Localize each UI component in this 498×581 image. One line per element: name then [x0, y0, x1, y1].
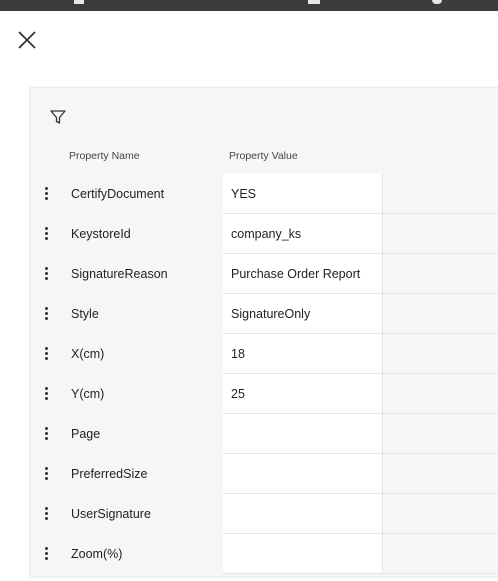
property-name-cell: Zoom(%)	[71, 547, 123, 561]
table-row: Y(cm) 25	[31, 374, 498, 414]
table-row: UserSignature	[31, 494, 498, 534]
row-drag-handle[interactable]	[31, 294, 61, 334]
row-drag-handle[interactable]	[31, 254, 61, 294]
close-icon	[18, 31, 36, 49]
row-drag-handle[interactable]	[31, 494, 61, 534]
more-vertical-icon	[45, 187, 48, 201]
empty-cell	[383, 454, 498, 494]
property-name-cell: SignatureReason	[71, 267, 168, 281]
property-value-cell[interactable]	[223, 454, 383, 494]
property-name-cell: Y(cm)	[71, 387, 105, 401]
table-row: KeystoreId company_ks	[31, 214, 498, 254]
property-value-cell[interactable]: company_ks	[223, 214, 383, 254]
empty-cell	[383, 254, 498, 294]
property-value-cell[interactable]: SignatureOnly	[223, 294, 383, 334]
properties-panel: Property Name Property Value CertifyDocu…	[30, 87, 498, 576]
empty-cell	[383, 214, 498, 254]
property-value-cell[interactable]: 25	[223, 374, 383, 414]
more-vertical-icon	[45, 227, 48, 241]
more-vertical-icon	[45, 387, 48, 401]
row-drag-handle[interactable]	[31, 334, 61, 374]
property-name-cell: X(cm)	[71, 347, 105, 361]
empty-cell	[383, 494, 498, 534]
table-row: PreferredSize	[31, 454, 498, 494]
property-name-cell: KeystoreId	[71, 227, 131, 241]
empty-cell	[383, 374, 498, 414]
property-value-cell[interactable]: Purchase Order Report	[223, 254, 383, 294]
property-value-cell[interactable]	[223, 534, 383, 574]
more-vertical-icon	[45, 507, 48, 521]
top-bar	[0, 0, 498, 11]
property-value-cell[interactable]	[223, 494, 383, 534]
row-drag-handle[interactable]	[31, 414, 61, 454]
more-vertical-icon	[45, 467, 48, 481]
row-drag-handle[interactable]	[31, 214, 61, 254]
property-grid: CertifyDocument YES KeystoreId company_ks Si…	[31, 174, 498, 574]
table-row: CertifyDocument YES	[31, 174, 498, 214]
row-drag-handle[interactable]	[31, 374, 61, 414]
more-vertical-icon	[45, 347, 48, 361]
column-header-property-value[interactable]: Property Value	[229, 150, 298, 162]
close-button[interactable]	[16, 29, 38, 51]
property-value-cell[interactable]: YES	[223, 174, 383, 214]
table-row: Page	[31, 414, 498, 454]
more-vertical-icon	[45, 547, 48, 561]
property-name-cell: Style	[71, 307, 99, 321]
top-bar-mark	[308, 0, 320, 4]
table-row: X(cm) 18	[31, 334, 498, 374]
row-drag-handle[interactable]	[31, 174, 61, 214]
row-drag-handle[interactable]	[31, 454, 61, 494]
top-bar-mark	[74, 0, 84, 4]
more-vertical-icon	[45, 307, 48, 321]
empty-cell	[383, 294, 498, 334]
property-value-cell[interactable]: 18	[223, 334, 383, 374]
property-value-cell[interactable]	[223, 414, 383, 454]
more-vertical-icon	[45, 267, 48, 281]
table-row: Zoom(%)	[31, 534, 498, 574]
property-name-cell: CertifyDocument	[71, 187, 165, 201]
property-name-cell: UserSignature	[71, 507, 151, 521]
empty-cell	[383, 174, 498, 214]
filter-icon	[50, 110, 66, 124]
empty-cell	[383, 414, 498, 454]
property-name-cell: PreferredSize	[71, 467, 148, 481]
top-bar-mark	[432, 0, 442, 4]
row-drag-handle[interactable]	[31, 534, 61, 574]
filter-button[interactable]	[49, 108, 67, 126]
column-header-property-name[interactable]: Property Name	[69, 150, 140, 162]
table-row: Style SignatureOnly	[31, 294, 498, 334]
empty-cell	[383, 334, 498, 374]
property-name-cell: Page	[71, 427, 101, 441]
table-row: SignatureReason Purchase Order Report	[31, 254, 498, 294]
more-vertical-icon	[45, 427, 48, 441]
empty-cell	[383, 534, 498, 574]
